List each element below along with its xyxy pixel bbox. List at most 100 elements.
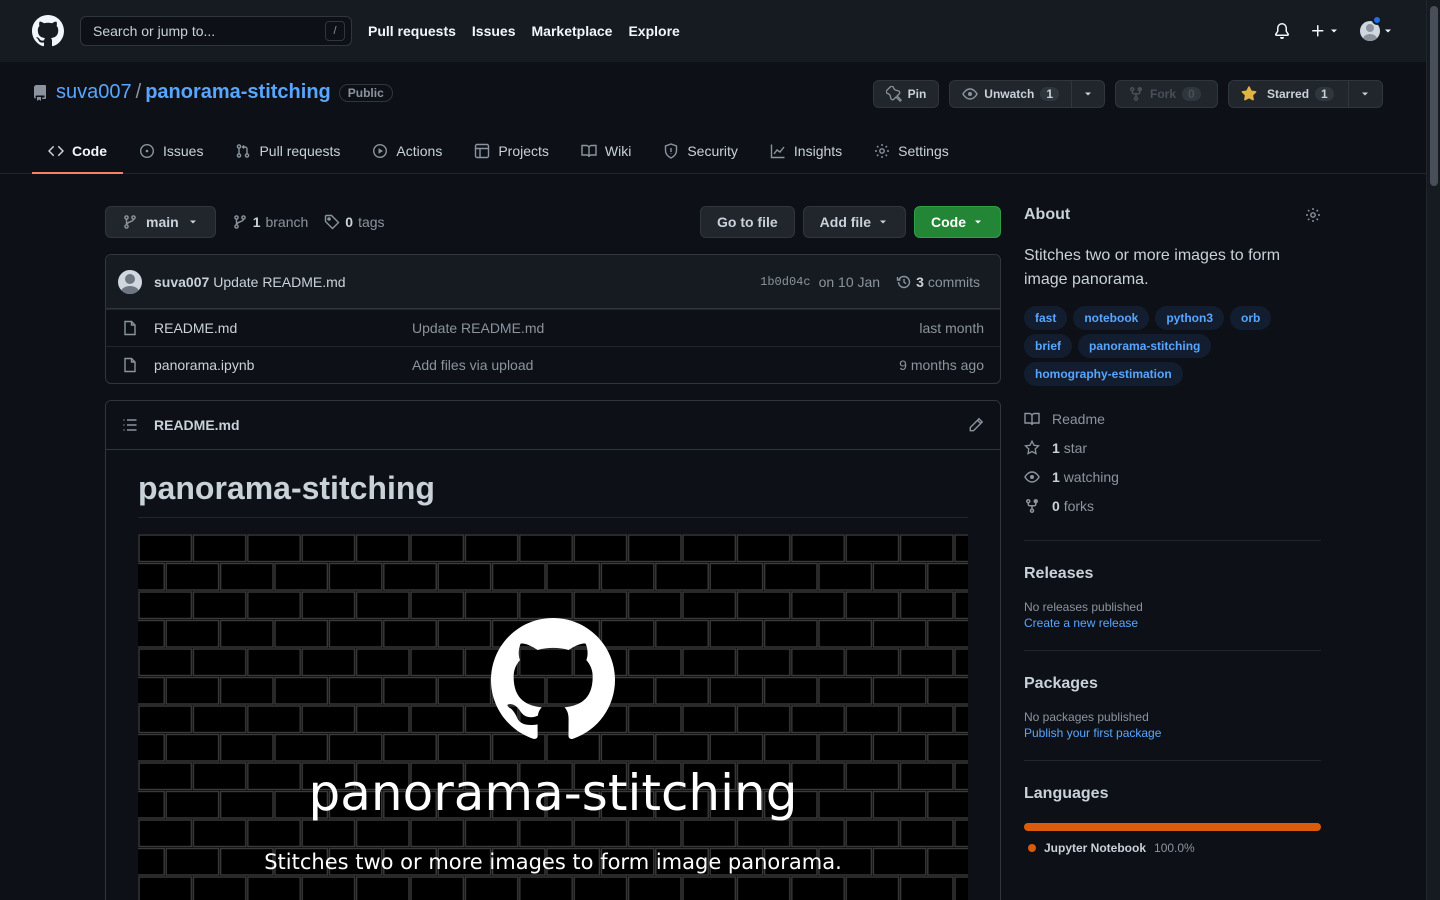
- go-to-file-button[interactable]: Go to file: [699, 206, 795, 238]
- create-release-link[interactable]: Create a new release: [1024, 616, 1321, 630]
- topic-tag[interactable]: brief: [1024, 334, 1073, 358]
- readme-filename-link[interactable]: README.md: [154, 417, 240, 433]
- list-icon[interactable]: [122, 417, 138, 433]
- commits-history-link[interactable]: 3 commits: [896, 274, 980, 290]
- page-scrollbar[interactable]: [1426, 0, 1440, 900]
- pin-button[interactable]: Pin: [872, 80, 940, 108]
- topic-tag[interactable]: panorama-stitching: [1078, 334, 1212, 358]
- packages-title[interactable]: Packages: [1024, 675, 1321, 693]
- topic-tag[interactable]: notebook: [1073, 306, 1150, 330]
- code-icon: [48, 145, 64, 157]
- branch-icon: [233, 215, 246, 229]
- github-logo-icon[interactable]: [32, 15, 64, 47]
- file-navigation: main 1 branch 0 tags Go to file Add file…: [105, 206, 1001, 238]
- commit-sha-link[interactable]: 1b0d04c: [760, 275, 810, 289]
- readme-label: Readme: [1052, 410, 1105, 427]
- avatar[interactable]: [118, 269, 142, 294]
- watch-dropdown-button[interactable]: [1072, 80, 1105, 108]
- file-commit-message-link[interactable]: Update README.md: [412, 320, 919, 336]
- branch-count: 1: [252, 214, 261, 230]
- topic-tag[interactable]: python3: [1155, 306, 1225, 330]
- table-icon: [475, 143, 490, 159]
- file-icon: [124, 320, 136, 336]
- forks-link[interactable]: 0 forks: [1024, 491, 1321, 520]
- nav-explore[interactable]: Explore: [628, 23, 679, 39]
- repo-owner-link[interactable]: suva007: [56, 81, 132, 104]
- book-icon: [1024, 412, 1040, 425]
- code-button[interactable]: Code: [914, 206, 1001, 238]
- scrollbar-thumb[interactable]: [1430, 6, 1438, 186]
- gear-icon[interactable]: [1305, 207, 1321, 223]
- star-dropdown-button[interactable]: [1349, 80, 1383, 108]
- tab-label: Wiki: [604, 143, 632, 159]
- nav-pull-requests[interactable]: Pull requests: [368, 23, 456, 39]
- commit-author-link[interactable]: suva007: [154, 274, 209, 290]
- history-icon: [896, 275, 911, 288]
- releases-empty-text: No releases published: [1024, 600, 1143, 614]
- tab-issues[interactable]: Issues: [123, 128, 219, 174]
- tab-label: Settings: [898, 143, 949, 159]
- tab-insights[interactable]: Insights: [754, 128, 858, 174]
- repo-actions: Pin Unwatch 1 Fork 0 Starred 1: [872, 80, 1383, 108]
- code-button-label: Code: [931, 214, 966, 230]
- tab-code[interactable]: Code: [32, 128, 123, 174]
- tab-projects[interactable]: Projects: [458, 128, 565, 174]
- fork-button[interactable]: Fork 0: [1115, 80, 1218, 108]
- stars-link[interactable]: 1 star: [1024, 433, 1321, 462]
- search-placeholder: Search or jump to...: [93, 23, 216, 39]
- file-name-link[interactable]: README.md: [154, 320, 412, 336]
- bell-icon[interactable]: [1274, 23, 1290, 39]
- tag-icon: [325, 214, 340, 230]
- tab-label: Code: [72, 143, 107, 159]
- plus-icon: [1312, 25, 1324, 37]
- topic-tag[interactable]: orb: [1230, 306, 1272, 330]
- fork-count: 0: [1182, 87, 1201, 101]
- file-name-link[interactable]: panorama.ipynb: [154, 357, 412, 373]
- tab-settings[interactable]: Settings: [858, 128, 965, 174]
- unwatch-button[interactable]: Unwatch 1: [949, 80, 1072, 108]
- language-bar: [1024, 823, 1321, 831]
- table-row: panorama.ipynb Add files via upload 9 mo…: [106, 346, 1000, 383]
- topic-tag[interactable]: homography-estimation: [1024, 362, 1183, 386]
- tab-security[interactable]: Security: [647, 128, 754, 174]
- branch-select-button[interactable]: main: [105, 206, 216, 238]
- user-menu-button[interactable]: [1360, 15, 1394, 41]
- releases-title[interactable]: Releases: [1024, 565, 1321, 583]
- tab-actions[interactable]: Actions: [356, 128, 458, 174]
- search-shortcut-key: /: [325, 21, 345, 41]
- releases-section: Releases No releases published Create a …: [1024, 540, 1321, 630]
- caret-down-icon: [1331, 29, 1337, 33]
- starred-label: Starred: [1267, 87, 1310, 101]
- nav-issues[interactable]: Issues: [472, 23, 516, 39]
- tab-wiki[interactable]: Wiki: [565, 128, 647, 174]
- pencil-icon[interactable]: [968, 417, 984, 433]
- create-new-button[interactable]: [1310, 23, 1340, 39]
- search-input[interactable]: Search or jump to... /: [80, 16, 352, 46]
- topic-tag[interactable]: fast: [1024, 306, 1068, 330]
- publish-package-link[interactable]: Publish your first package: [1024, 726, 1321, 740]
- stars-count: 1: [1052, 439, 1060, 456]
- tag-count: 0: [345, 214, 354, 230]
- nav-marketplace[interactable]: Marketplace: [532, 23, 613, 39]
- file-commit-message-link[interactable]: Add files via upload: [412, 357, 899, 373]
- language-item[interactable]: Jupyter Notebook 100.0%: [1024, 841, 1321, 855]
- starred-button[interactable]: Starred 1: [1228, 80, 1349, 108]
- readme-link[interactable]: Readme: [1024, 404, 1321, 433]
- repo-name-link[interactable]: panorama-stitching: [145, 81, 331, 104]
- branch-icon: [124, 215, 136, 229]
- about-description: Stitches two or more images to form imag…: [1024, 247, 1281, 288]
- commit-message-link[interactable]: Update README.md: [213, 274, 345, 290]
- tab-pull-requests[interactable]: Pull requests: [219, 128, 356, 174]
- eye-icon: [1024, 470, 1040, 483]
- languages-title: Languages: [1024, 785, 1109, 802]
- watch-count: 1: [1040, 87, 1059, 101]
- topic-list: fast notebook python3 orb brief panorama…: [1024, 306, 1321, 386]
- table-row: README.md Update README.md last month: [106, 309, 1000, 346]
- play-icon: [373, 143, 388, 159]
- branches-link[interactable]: 1 branch: [232, 214, 308, 230]
- latest-commit: suva007 Update README.md 1b0d04c on 10 J…: [106, 255, 1000, 309]
- watchers-link[interactable]: 1 watching: [1024, 462, 1321, 491]
- add-file-button[interactable]: Add file: [802, 206, 906, 238]
- tags-link[interactable]: 0 tags: [324, 214, 385, 230]
- commit-meta: 1b0d04c on 10 Jan 3 commits: [760, 274, 984, 290]
